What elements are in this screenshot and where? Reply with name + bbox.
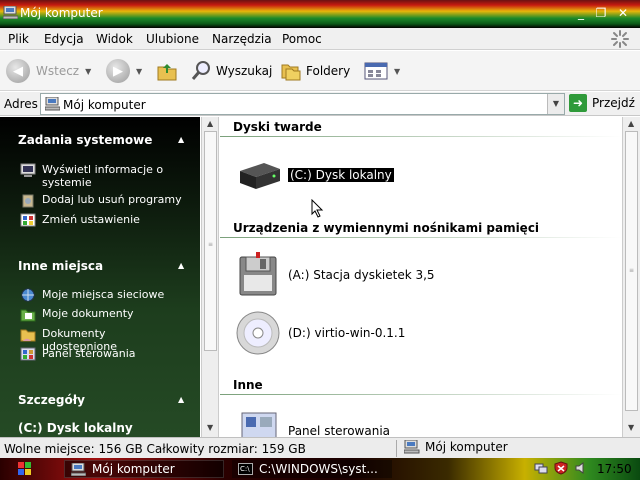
- section-other-places[interactable]: Inne miejsca: [18, 259, 103, 273]
- taskbar-item-my-computer[interactable]: Mój komputer: [64, 460, 224, 478]
- views-button[interactable]: ▼: [364, 51, 400, 91]
- menu-edit[interactable]: Edycja: [44, 32, 84, 46]
- address-bar: Adres Mój komputer ▼ ➜ Przejdź: [0, 92, 640, 116]
- system-info-icon: [20, 163, 36, 177]
- scroll-up-icon[interactable]: ▲: [628, 119, 634, 128]
- sidebar-item-control-panel[interactable]: Panel sterowania: [20, 347, 182, 362]
- menu-favorites[interactable]: Ulubione: [146, 32, 199, 46]
- grip-icon: ≡: [629, 267, 635, 274]
- file-list-area: Dyski twarde (C:) Dysk lokalny Urządzeni…: [220, 117, 622, 437]
- address-dropdown-button[interactable]: ▼: [547, 94, 564, 114]
- chevron-down-icon[interactable]: ▼: [136, 67, 142, 76]
- up-folder-icon: [157, 64, 177, 81]
- status-free-space: Wolne miejsce: 156 GB Całkowity rozmiar:…: [4, 442, 306, 456]
- security-shield-icon[interactable]: [554, 461, 568, 475]
- taskbar: Mój komputer C:\ C:\WINDOWS\syst... 17:5…: [0, 458, 640, 480]
- group-hard-drives: Dyski twarde: [233, 120, 322, 134]
- menu-help[interactable]: Pomoc: [282, 32, 322, 46]
- task-pane-scrollbar[interactable]: ▲ ≡ ▼: [201, 117, 219, 437]
- status-location: Mój komputer: [404, 440, 508, 454]
- views-icon: [364, 62, 388, 80]
- drive-item-a[interactable]: (A:) Stacja dyskietek 3,5: [234, 251, 435, 299]
- network-places-icon: [21, 288, 35, 302]
- sidebar-item-system-info[interactable]: Wyświetl informacje o systemie: [20, 163, 182, 189]
- control-panel-icon: [241, 412, 277, 437]
- window-title: Mój komputer: [20, 6, 103, 20]
- command-prompt-icon: C:\: [238, 463, 253, 475]
- add-remove-programs-icon: [22, 194, 34, 208]
- group-removable-devices: Urządzenia z wymiennymi nośnikami pamięc…: [233, 221, 540, 235]
- menu-bar: Plik Edycja Widok Ulubione Narzędzia Pom…: [0, 28, 640, 50]
- computer-icon: [3, 6, 18, 19]
- my-documents-icon: [20, 309, 36, 322]
- grip-icon: ≡: [208, 241, 214, 248]
- go-arrow-icon: ➜: [569, 94, 587, 112]
- scroll-down-icon[interactable]: ▼: [207, 423, 213, 432]
- drive-item-c[interactable]: (C:) Dysk lokalny: [234, 151, 394, 199]
- section-details[interactable]: Szczegóły: [18, 393, 85, 407]
- task-pane: Zadania systemowe ▲ Wyświetl informacje …: [0, 117, 200, 437]
- search-icon: [191, 61, 210, 80]
- computer-icon: [45, 97, 60, 111]
- address-label: Adres: [4, 97, 38, 111]
- mouse-cursor-icon: [311, 199, 324, 218]
- control-panel-icon: [20, 347, 36, 361]
- computer-icon: [71, 462, 86, 476]
- back-button[interactable]: ◀ Wstecz ▼: [6, 51, 91, 91]
- chevron-down-icon[interactable]: ▼: [394, 67, 400, 76]
- group-divider: [220, 237, 622, 238]
- shared-documents-icon: [20, 329, 36, 342]
- taskbar-item-cmd[interactable]: C:\ C:\WINDOWS\syst...: [232, 460, 392, 478]
- folders-icon: [281, 64, 301, 81]
- collapse-icon[interactable]: ▲: [178, 135, 184, 144]
- status-bar: Wolne miejsce: 156 GB Całkowity rozmiar:…: [0, 437, 640, 458]
- start-button[interactable]: [10, 460, 40, 478]
- change-setting-icon: [20, 213, 36, 227]
- content-item-control-panel[interactable]: Panel sterowania: [234, 407, 390, 437]
- status-divider: [396, 440, 397, 457]
- forward-button[interactable]: ▶ ▼: [106, 51, 142, 91]
- scroll-up-icon[interactable]: ▲: [207, 119, 213, 128]
- minimize-button[interactable]: _: [572, 5, 590, 21]
- file-list-scrollbar[interactable]: ▲ ≡ ▼: [622, 117, 640, 437]
- computer-icon: [404, 440, 420, 454]
- back-arrow-icon: ◀: [6, 59, 30, 83]
- group-other: Inne: [233, 378, 263, 392]
- details-item-name: (C:) Dysk lokalny: [18, 421, 133, 435]
- up-folder-button[interactable]: [156, 51, 178, 91]
- drive-item-d[interactable]: (D:) virtio-win-0.1.1: [234, 309, 405, 357]
- cd-drive-icon: [236, 311, 280, 355]
- sidebar-item-my-documents[interactable]: Moje dokumenty: [20, 307, 182, 322]
- menu-tools[interactable]: Narzędzia: [212, 32, 272, 46]
- section-system-tasks[interactable]: Zadania systemowe: [18, 133, 152, 147]
- menu-view[interactable]: Widok: [96, 32, 133, 46]
- sidebar-item-add-remove-programs[interactable]: Dodaj lub usuń programy: [20, 193, 182, 208]
- forward-arrow-icon: ▶: [106, 59, 130, 83]
- close-button[interactable]: ✕: [614, 5, 632, 21]
- folders-button[interactable]: Foldery: [280, 51, 350, 91]
- network-tray-icon[interactable]: [534, 461, 548, 475]
- sidebar-item-change-setting[interactable]: Zmień ustawienie: [20, 213, 182, 228]
- volume-icon[interactable]: [574, 461, 588, 475]
- search-button[interactable]: Wyszukaj: [190, 51, 272, 91]
- group-divider: [220, 136, 622, 137]
- windows-throbber-icon: [611, 30, 629, 48]
- collapse-icon[interactable]: ▲: [178, 395, 184, 404]
- go-button[interactable]: ➜ Przejdź: [569, 94, 635, 112]
- collapse-icon[interactable]: ▲: [178, 261, 184, 270]
- menu-file[interactable]: Plik: [8, 32, 29, 46]
- group-divider: [220, 394, 622, 395]
- sidebar-item-network-places[interactable]: Moje miejsca sieciowe: [20, 288, 182, 303]
- clock[interactable]: 17:50: [597, 462, 632, 476]
- hard-drive-icon: [240, 163, 280, 189]
- floppy-drive-icon: [239, 252, 277, 296]
- title-bar[interactable]: Mój komputer _ ❐ ✕: [0, 0, 640, 28]
- maximize-button[interactable]: ❐: [592, 5, 610, 21]
- scroll-down-icon[interactable]: ▼: [628, 423, 634, 432]
- address-input[interactable]: Mój komputer ▼: [40, 93, 565, 115]
- toolbar: ◀ Wstecz ▼ ▶ ▼ Wyszukaj Foldery ▼: [0, 51, 640, 91]
- chevron-down-icon[interactable]: ▼: [85, 67, 91, 76]
